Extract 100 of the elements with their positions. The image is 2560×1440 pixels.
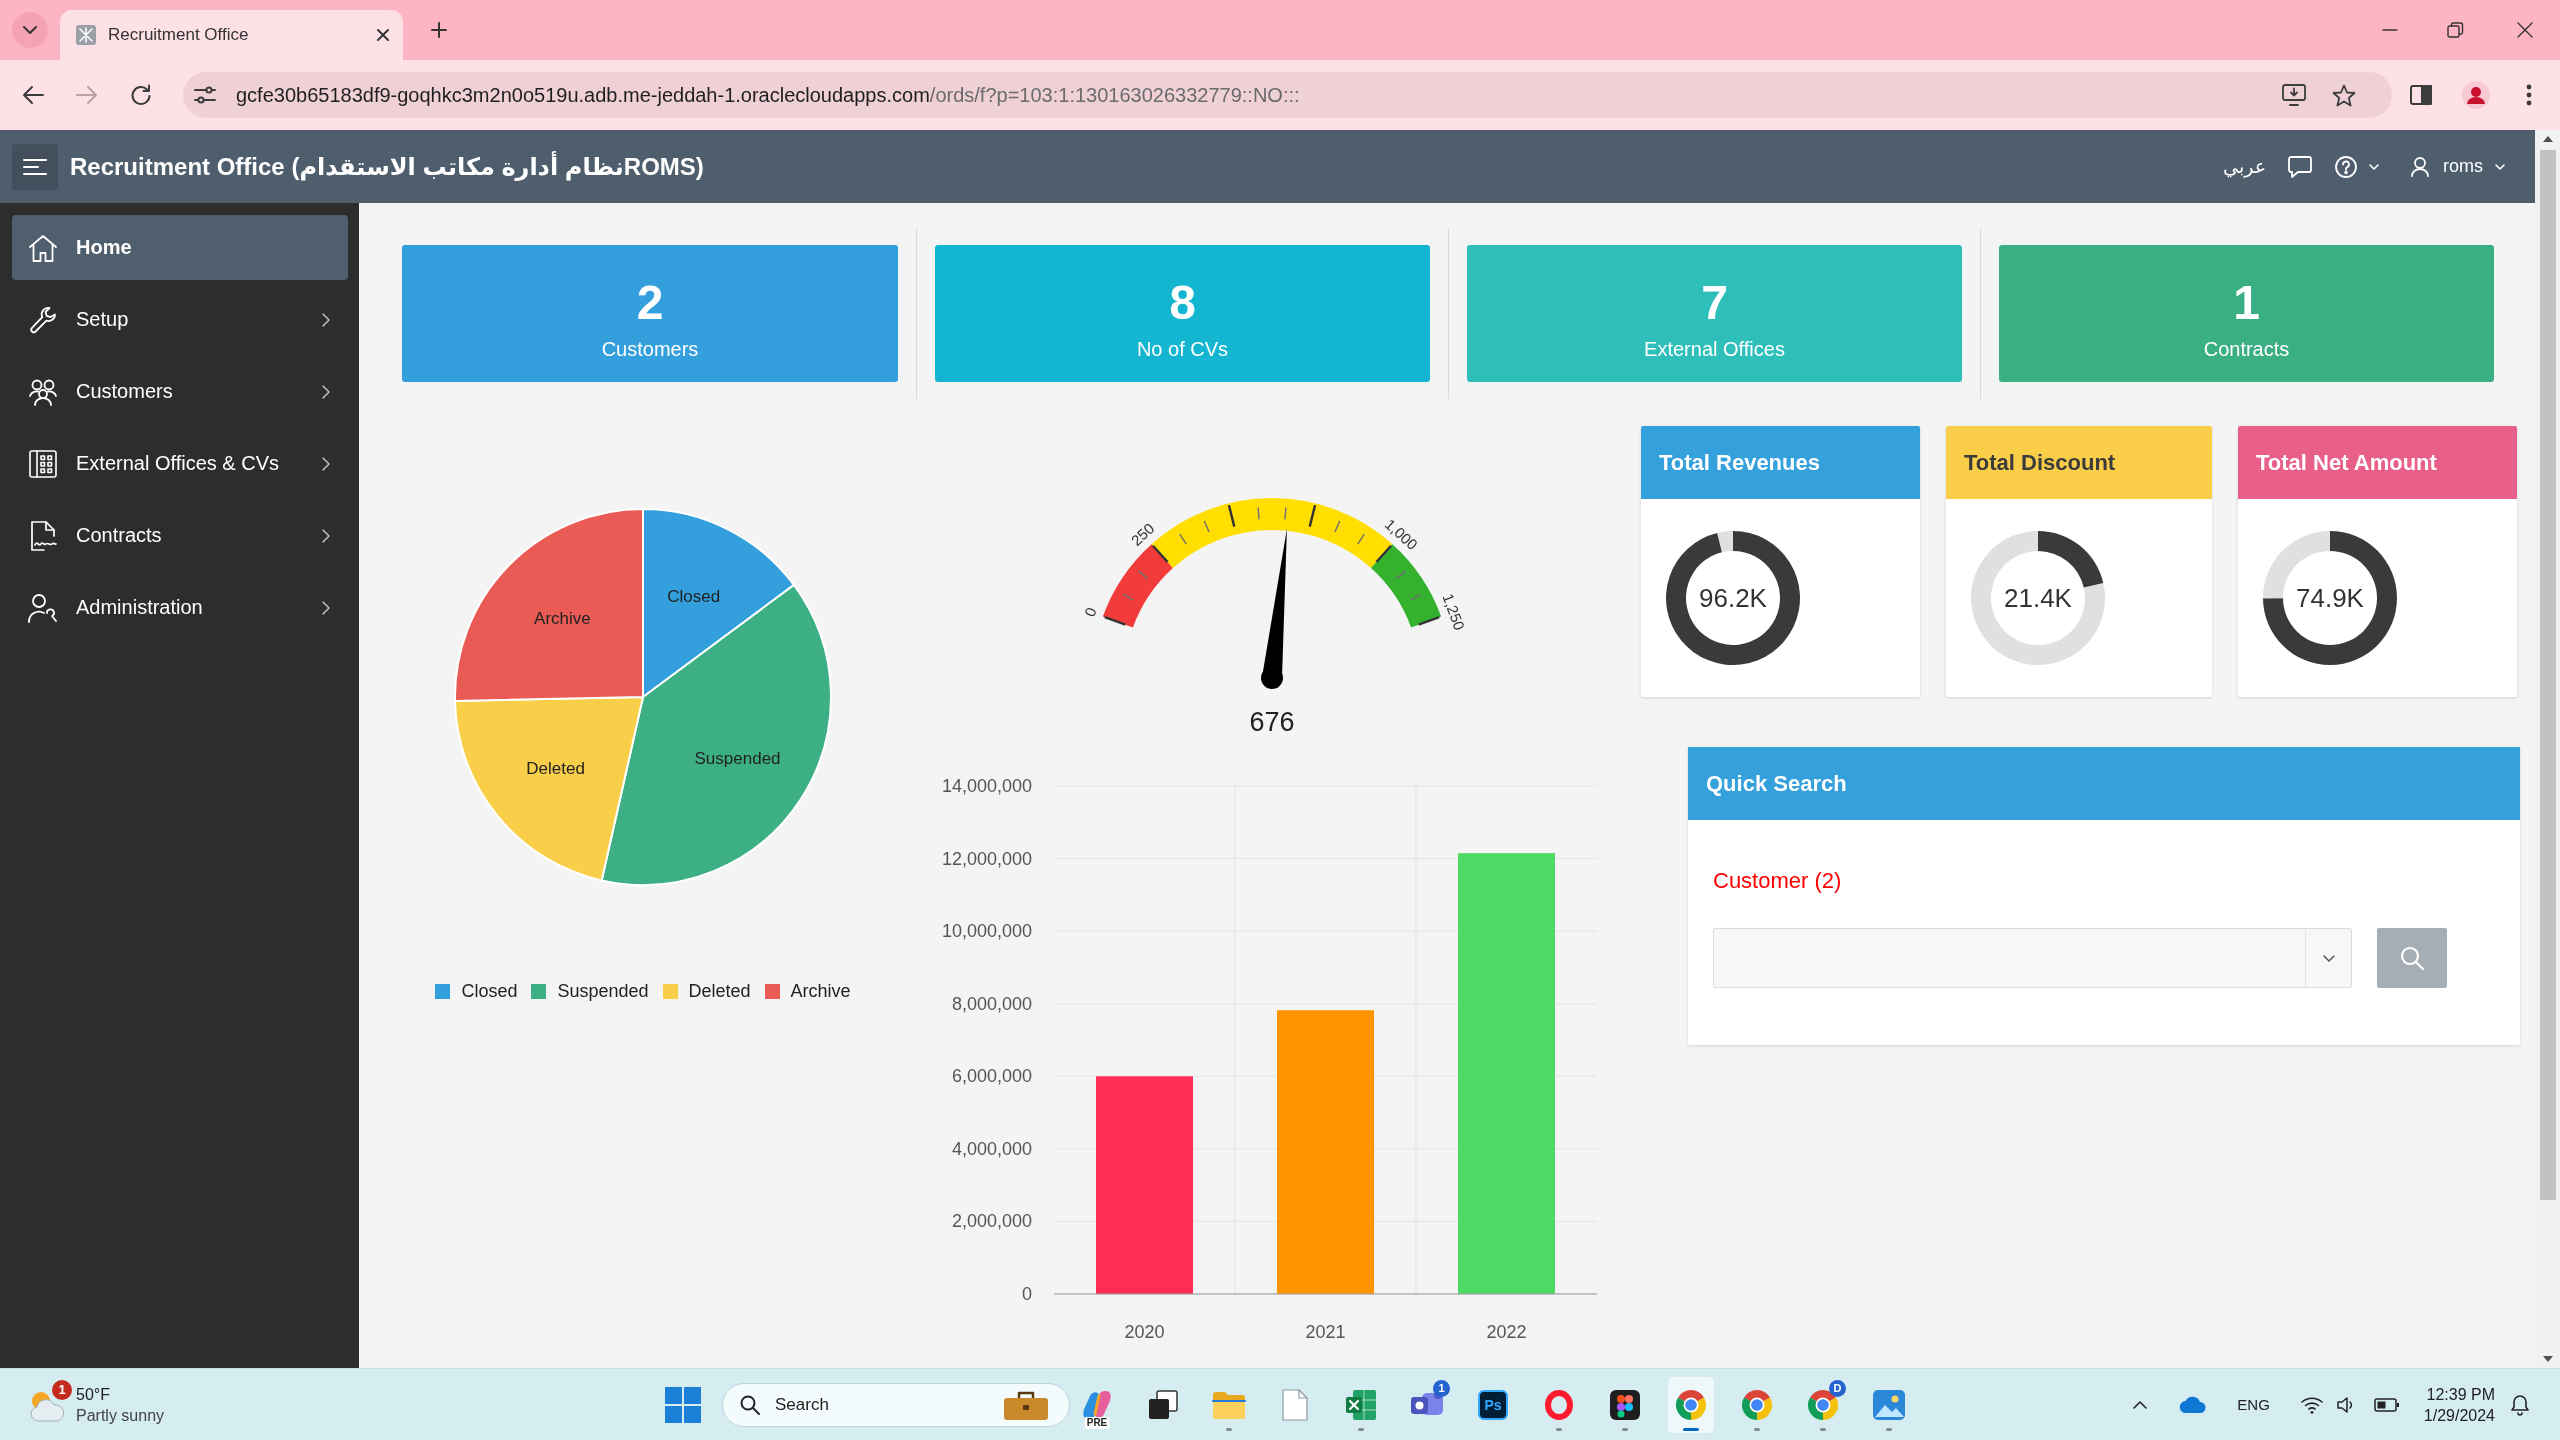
gauge-tick	[1357, 533, 1365, 545]
reload-icon[interactable]	[130, 84, 152, 106]
ring-logo-icon	[1544, 1389, 1574, 1420]
user-menu[interactable]: roms	[2443, 156, 2483, 177]
bell-icon[interactable]	[2510, 1393, 2530, 1416]
url-text: gcfe30b65183df9-goqhkc3m2n0o519u.adb.me-jeddah-1.oraclecloudapps.com/ords/f?p=103:1:130163026332779::NO:::	[236, 83, 1300, 107]
card-title: Total Discount	[1946, 426, 2212, 499]
taskbar-button[interactable]: PRE	[1074, 1376, 1120, 1433]
wifi-icon[interactable]	[2300, 1395, 2323, 1414]
scroll-up-icon[interactable]	[2542, 136, 2553, 142]
legend-label[interactable]: Deleted	[688, 981, 751, 1002]
x-axis-label: 2022	[1486, 1322, 1527, 1342]
avatar-icon[interactable]	[2462, 81, 2490, 109]
menu-icon	[23, 157, 47, 176]
battery-icon[interactable]	[2373, 1397, 2400, 1412]
plus-icon[interactable]	[431, 22, 447, 38]
stat-label: External Offices	[1644, 338, 1785, 361]
stat-label: No of CVs	[1136, 338, 1229, 361]
search-icon	[740, 1394, 760, 1415]
speaker-icon[interactable]	[2336, 1396, 2355, 1413]
y-axis-label: 0	[1022, 1284, 1032, 1304]
folder-icon	[1212, 1390, 1246, 1419]
shapes-tile-icon	[1610, 1389, 1640, 1420]
stacked-squares-icon	[1148, 1389, 1178, 1420]
nav-item[interactable]: Contracts	[12, 503, 348, 568]
stat-value: 8	[1169, 279, 1196, 327]
clock-date[interactable]: 1/29/2024	[2423, 1404, 2495, 1426]
stat-value: 7	[1701, 279, 1728, 327]
legend-label[interactable]: Closed	[461, 981, 518, 1002]
nav-item[interactable]: Setup	[12, 287, 348, 352]
chat-icon[interactable]	[2288, 155, 2312, 178]
legend-label[interactable]: Archive	[790, 981, 851, 1002]
help-icon[interactable]	[2335, 155, 2357, 178]
taskbar-button[interactable]: 1	[1404, 1376, 1450, 1433]
nav-item[interactable]: External Offices & CVs	[12, 431, 348, 496]
scrollbar-thumb[interactable]	[2539, 150, 2556, 1200]
close-icon[interactable]	[2517, 22, 2533, 38]
gauge-tick	[1409, 593, 1422, 601]
gauge-tick	[1203, 520, 1210, 533]
card-title: Total Revenues	[1641, 426, 1920, 499]
menu-button[interactable]	[12, 143, 58, 190]
x-axis-label: 2020	[1124, 1322, 1165, 1342]
input-language[interactable]: ENG	[2237, 1396, 2270, 1413]
y-axis-label: 6,000,000	[951, 1066, 1032, 1087]
y-axis-label: 12,000,000	[941, 848, 1032, 869]
favicon-icon	[76, 25, 96, 45]
select-field[interactable]	[1713, 928, 2352, 988]
slice-label: Suspended	[694, 749, 781, 768]
nav-item[interactable]: Customers	[12, 359, 348, 424]
install-icon[interactable]	[2282, 84, 2306, 106]
nav-item[interactable]: Administration	[12, 575, 348, 640]
language-link[interactable]: عربي	[2223, 155, 2266, 178]
side-panel-icon[interactable]	[2410, 85, 2432, 105]
gauge-tick	[1257, 506, 1260, 521]
slice-label: Archive	[534, 608, 591, 628]
stat-value: 1	[2233, 279, 2260, 327]
document-icon	[1282, 1388, 1308, 1421]
caret-icon[interactable]	[2369, 163, 2379, 170]
scroll-down-icon[interactable]	[2542, 1356, 2553, 1362]
chevron-down-icon	[23, 26, 37, 34]
close-icon[interactable]	[377, 29, 389, 41]
gauge-tick	[1104, 616, 1126, 626]
round-logo-icon	[1741, 1388, 1773, 1421]
legend-label[interactable]: Suspended	[557, 981, 649, 1002]
tab-search-button[interactable]	[12, 12, 48, 48]
picture-icon	[1873, 1389, 1905, 1420]
user-icon[interactable]	[2411, 156, 2429, 177]
y-axis-label: 14,000,000	[941, 776, 1032, 796]
donut-value: 96.2K	[1699, 582, 1767, 614]
gauge-tick	[1122, 593, 1135, 601]
browser-tab[interactable]: Recruitment Office	[60, 10, 403, 60]
search-field[interactable]: Search	[722, 1382, 1070, 1427]
taskbar-button[interactable]: D	[1800, 1376, 1846, 1433]
people-icon	[28, 377, 58, 406]
donut-value: 21.4K	[2004, 582, 2072, 614]
x-axis-label: 2021	[1305, 1322, 1346, 1342]
gauge-tick	[1284, 506, 1287, 521]
chevron-up-icon[interactable]	[2133, 1400, 2148, 1409]
gauge-tick	[1179, 533, 1187, 545]
stat-label: Customers	[601, 338, 699, 361]
address-bar[interactable]: gcfe30b65183df9-goqhkc3m2n0o519u.adb.me-jeddah-1.oraclecloudapps.com/ords/f?p=103:1:130163026332779::NO:::	[183, 72, 2392, 118]
nav-item[interactable]: Home	[12, 215, 348, 280]
gauge-tick	[1395, 570, 1407, 580]
gauge-tick-label: 1,250	[1439, 591, 1469, 633]
gauge-tick	[1152, 544, 1169, 563]
more-menu-icon[interactable]	[2526, 84, 2532, 106]
notification-badge: 1	[52, 1379, 72, 1400]
spreadsheet-icon	[1345, 1388, 1377, 1421]
stat-value: 2	[636, 279, 664, 327]
tune-icon[interactable]	[194, 86, 216, 104]
taskbar-button[interactable]: Ps	[1470, 1376, 1516, 1433]
clock-time[interactable]: 12:39 PM	[2426, 1383, 2495, 1405]
caret-icon[interactable]	[2495, 163, 2505, 170]
cloud-icon[interactable]	[2179, 1395, 2208, 1414]
field-label: Customer (2)	[1713, 868, 1843, 894]
back-arrow-icon[interactable]	[22, 85, 44, 105]
y-axis-label: 4,000,000	[951, 1138, 1032, 1159]
restore-icon[interactable]	[2447, 22, 2463, 38]
star-icon[interactable]	[2332, 83, 2356, 107]
grid-logo-icon[interactable]	[665, 1386, 701, 1423]
